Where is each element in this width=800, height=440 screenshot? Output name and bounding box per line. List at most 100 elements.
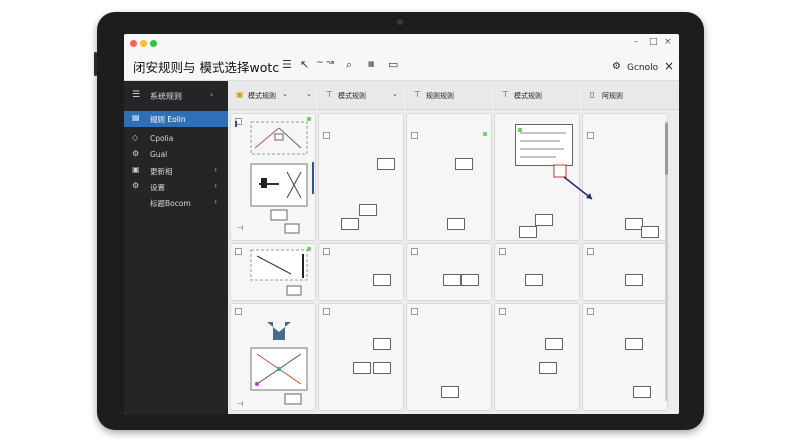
chevron-right-icon: › — [214, 197, 218, 206]
card-thumbnail — [373, 274, 391, 286]
flow-diagram-thumbnail — [250, 249, 308, 296]
board-card[interactable] — [230, 243, 316, 301]
column-label: 阿规则 — [602, 92, 623, 100]
column-label: 模式规则 — [248, 92, 276, 100]
card-thumbnail — [443, 274, 461, 286]
card-thumbnail — [441, 386, 459, 398]
board-card[interactable] — [318, 243, 404, 301]
board-card[interactable] — [582, 113, 668, 241]
column-label: 规则规则 — [426, 92, 454, 100]
card-checkbox[interactable] — [587, 248, 594, 255]
sidebar-item-label: Gual — [150, 150, 168, 159]
file-icon: ▤ — [132, 113, 140, 122]
doc-icon: ▣ — [236, 90, 244, 99]
column-header-1[interactable]: ▣ 模式规则 ⌄ ⌄ — [228, 81, 316, 110]
card-checkbox[interactable] — [411, 308, 418, 315]
image-icon: ▣ — [132, 165, 140, 174]
card-checkbox[interactable] — [587, 308, 594, 315]
status-indicator — [483, 132, 487, 136]
layout-icon: ⊤ — [414, 90, 421, 99]
card-thumbnail — [535, 214, 553, 226]
card-checkbox[interactable] — [411, 248, 418, 255]
sidebar: ☰ 系统规则 › ▤ 规则 Eolin ◇ Cpolia ⚙ Gual ▣ 更新… — [124, 81, 228, 414]
connector-icon[interactable]: ~ ↝ — [316, 58, 334, 68]
card-thumbnail — [447, 218, 465, 230]
board-card[interactable] — [406, 243, 492, 301]
search-icon[interactable]: ⌕ — [346, 58, 352, 72]
svg-text:⊣: ⊣ — [237, 400, 243, 408]
settings-icon: ⚙ — [132, 181, 140, 190]
column-header-4[interactable]: ⊤ 模式规则 — [494, 81, 580, 110]
gear-icon: ⚙ — [132, 149, 140, 158]
card-checkbox[interactable] — [411, 132, 418, 139]
minimize-button[interactable]: – — [634, 37, 639, 47]
board-card[interactable]: ⊣ — [230, 113, 316, 241]
side-button — [94, 52, 97, 76]
close-icon[interactable]: × — [664, 59, 674, 73]
sidebar-item-label: Cpolia — [150, 134, 174, 143]
maximize-window-button[interactable] — [150, 40, 157, 47]
board-card[interactable] — [582, 243, 668, 301]
sidebar-item-rules[interactable]: ▤ 规则 Eolin — [124, 111, 228, 127]
chevron-down-icon[interactable]: ⌄ — [282, 90, 288, 98]
card-thumbnail — [525, 274, 543, 286]
card-checkbox[interactable] — [323, 132, 330, 139]
close-button[interactable]: × — [664, 37, 672, 47]
board-card[interactable] — [494, 243, 580, 301]
sidebar-item-settings[interactable]: ⚙ 设置 › — [124, 179, 228, 195]
sidebar-header: 系统规则 — [150, 92, 182, 101]
chevron-right-icon: › — [214, 181, 218, 190]
account-label[interactable]: Gcnolo — [627, 63, 658, 73]
flow-diagram-thumbnail: ⊣ — [237, 121, 314, 234]
title-bar: 闭安规则与 模式选择wotc ☰ ↖ ~ ↝ ⌕ ▦ ▭ – □ × ⚙ Gcn… — [124, 34, 679, 81]
scrollbar-thumb[interactable] — [665, 123, 668, 175]
board-card-selected[interactable] — [494, 113, 580, 241]
column-header-2[interactable]: ⊤ 模式规则 ⌄ — [318, 81, 404, 110]
detail-popover[interactable] — [515, 124, 573, 166]
column-label: 模式规则 — [514, 92, 542, 100]
column-label: 模式规则 — [338, 92, 366, 100]
board-card[interactable] — [582, 303, 668, 411]
sidebar-item-cpolia[interactable]: ◇ Cpolia — [124, 131, 228, 147]
sidebar-item-updates[interactable]: ▣ 更新相 › — [124, 163, 228, 179]
card-thumbnail — [539, 362, 557, 374]
lasso-icon[interactable]: ↖ — [300, 58, 309, 71]
card-checkbox[interactable] — [587, 132, 594, 139]
maximize-button[interactable]: □ — [649, 37, 658, 47]
front-camera — [397, 19, 403, 25]
sidebar-item-label: 设置 — [150, 183, 165, 192]
layout-icon: ⊤ — [326, 90, 333, 99]
minimize-window-button[interactable] — [140, 40, 147, 47]
chevron-down-icon[interactable]: ⌄ — [392, 90, 398, 98]
board-area: ▣ 模式规则 ⌄ ⌄ ⊤ 模式规则 ⌄ ⊤ 规则规则 ⊤ 模式规则 ▯ 阿规则 — [228, 81, 679, 414]
board-card[interactable] — [318, 303, 404, 411]
popover-lines — [518, 128, 566, 158]
card-checkbox[interactable] — [499, 308, 506, 315]
card-checkbox[interactable] — [323, 308, 330, 315]
card-thumbnail — [341, 218, 359, 230]
chevron-down-icon[interactable]: ⌄ — [306, 90, 312, 98]
comment-icon[interactable]: ▭ — [388, 58, 398, 71]
card-thumbnail — [359, 204, 377, 216]
board-card[interactable] — [406, 303, 492, 411]
column-header-3[interactable]: ⊤ 规则规则 — [406, 81, 492, 110]
sidebar-item-gual[interactable]: ⚙ Gual — [124, 147, 228, 163]
board-card[interactable]: ⊣ — [230, 303, 316, 411]
menu-icon[interactable]: ☰ — [132, 90, 140, 100]
sidebar-item-title[interactable]: 标题Bocom › — [124, 195, 228, 211]
card-checkbox[interactable] — [323, 248, 330, 255]
chevron-right-icon[interactable]: › — [210, 90, 213, 99]
board-card[interactable] — [494, 303, 580, 411]
column-header-5[interactable]: ▯ 阿规则 — [582, 81, 679, 110]
svg-text:⊣: ⊣ — [237, 224, 243, 232]
card-thumbnail — [461, 274, 479, 286]
grid-icon[interactable]: ▦ — [368, 60, 375, 68]
card-thumbnail — [373, 338, 391, 350]
card-checkbox[interactable] — [499, 248, 506, 255]
gear-icon[interactable]: ⚙ — [612, 61, 621, 72]
card-thumbnail — [625, 338, 643, 350]
board-card[interactable] — [406, 113, 492, 241]
text-align-icon[interactable]: ☰ — [282, 58, 292, 71]
close-window-button[interactable] — [130, 40, 137, 47]
board-card[interactable] — [318, 113, 404, 241]
